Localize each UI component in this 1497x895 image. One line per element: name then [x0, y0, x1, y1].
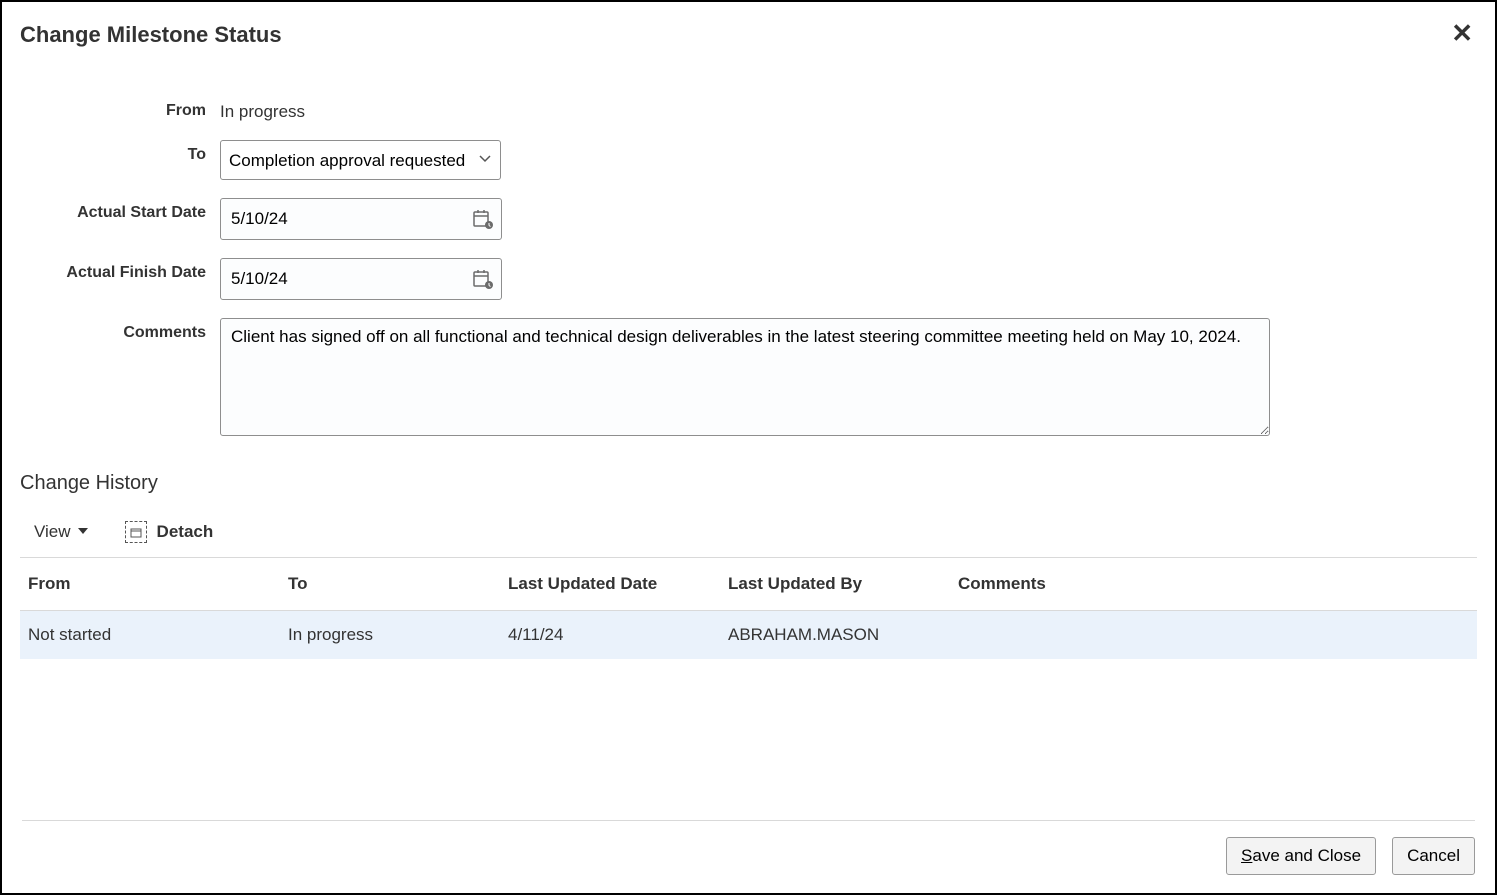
change-history-title: Change History	[20, 472, 1477, 495]
history-table: From To Last Updated Date Last Updated B…	[20, 558, 1477, 659]
cell-comments	[950, 611, 1477, 660]
detach-button[interactable]: Detach	[125, 521, 214, 543]
calendar-icon[interactable]	[471, 207, 495, 231]
from-label: From	[40, 96, 220, 120]
actual-finish-date-input[interactable]	[229, 268, 471, 290]
cell-from: Not started	[20, 611, 280, 660]
form-section: From In progress To Completion approval …	[40, 96, 1477, 436]
comments-textarea[interactable]	[220, 318, 1270, 436]
comments-row: Comments	[40, 318, 1477, 436]
view-menu-label: View	[34, 522, 71, 542]
to-row: To Completion approval requested	[40, 140, 1477, 180]
dialog-footer: Save and Close Cancel	[22, 820, 1475, 875]
cancel-button[interactable]: Cancel	[1392, 837, 1475, 875]
triangle-down-icon	[77, 522, 89, 542]
cell-to: In progress	[280, 611, 500, 660]
from-row: From In progress	[40, 96, 1477, 122]
finish-date-label: Actual Finish Date	[40, 258, 220, 282]
comments-label: Comments	[40, 318, 220, 342]
history-toolbar: View Detach	[20, 521, 1477, 558]
close-icon[interactable]: ✕	[1451, 20, 1473, 46]
from-value: In progress	[220, 96, 305, 122]
change-history-section: Change History View Detach From	[20, 472, 1477, 659]
view-menu[interactable]: View	[34, 522, 89, 542]
col-updated-by[interactable]: Last Updated By	[720, 558, 950, 611]
col-comments[interactable]: Comments	[950, 558, 1477, 611]
col-to[interactable]: To	[280, 558, 500, 611]
table-row[interactable]: Not started In progress 4/11/24 ABRAHAM.…	[20, 611, 1477, 660]
start-date-label: Actual Start Date	[40, 198, 220, 222]
cell-updated-by: ABRAHAM.MASON	[720, 611, 950, 660]
to-select[interactable]: Completion approval requested	[220, 140, 501, 180]
finish-date-row: Actual Finish Date	[40, 258, 1477, 300]
col-updated-date[interactable]: Last Updated Date	[500, 558, 720, 611]
dialog-title: Change Milestone Status	[20, 22, 1477, 48]
calendar-icon[interactable]	[471, 267, 495, 291]
actual-start-date-input[interactable]	[229, 208, 471, 230]
col-from[interactable]: From	[20, 558, 280, 611]
cell-updated-date: 4/11/24	[500, 611, 720, 660]
to-label: To	[40, 140, 220, 164]
change-milestone-status-dialog: Change Milestone Status ✕ From In progre…	[0, 0, 1497, 895]
start-date-row: Actual Start Date	[40, 198, 1477, 240]
save-and-close-button[interactable]: Save and Close	[1226, 837, 1376, 875]
detach-label: Detach	[157, 522, 214, 542]
detach-icon	[125, 521, 147, 543]
